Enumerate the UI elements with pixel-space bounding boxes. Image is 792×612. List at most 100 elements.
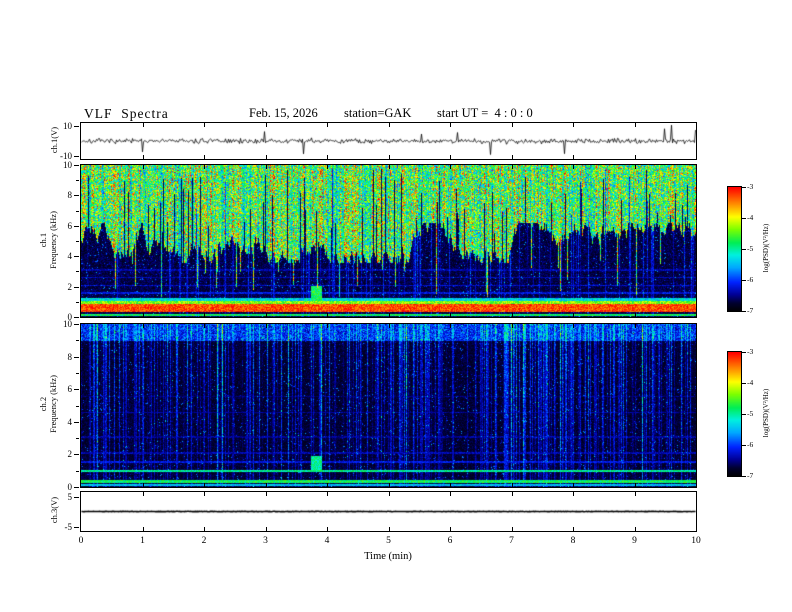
colorbar-tick-label: -6 bbox=[747, 440, 754, 449]
x-tick-mark bbox=[389, 123, 390, 127]
x-tick-mark bbox=[573, 324, 574, 328]
y-tick-label: 10 bbox=[63, 319, 72, 329]
y-tick-mark bbox=[74, 527, 79, 528]
x-tick-mark bbox=[266, 165, 267, 169]
x-tick-mark bbox=[389, 155, 390, 159]
x-tick-label: 0 bbox=[78, 536, 84, 546]
y-tick-mark bbox=[74, 324, 79, 325]
x-tick-mark bbox=[266, 123, 267, 127]
y-tick-label: 4 bbox=[67, 251, 73, 261]
y-tick-label: 10 bbox=[63, 160, 72, 170]
colorbar-ch1 bbox=[727, 186, 742, 312]
colorbar-tick-label: -5 bbox=[747, 409, 754, 418]
x-tick-mark bbox=[573, 123, 574, 127]
colorbar-ch2-gradient bbox=[728, 352, 741, 476]
start-ut-label: start UT = 4 : 0 : 0 bbox=[437, 106, 533, 120]
colorbar-tick-mark bbox=[742, 218, 746, 219]
y-tick-mark bbox=[74, 357, 79, 358]
x-tick-mark bbox=[327, 155, 328, 159]
x-tick-mark bbox=[204, 155, 205, 159]
x-tick-mark bbox=[327, 313, 328, 317]
y-tick-mark bbox=[74, 389, 79, 390]
x-tick-mark bbox=[204, 527, 205, 531]
y-tick-label: 2 bbox=[67, 449, 73, 459]
y-tick-mark bbox=[74, 317, 79, 318]
figure-title: VLF Spectra bbox=[84, 106, 169, 121]
ch3-waveform-plot bbox=[81, 492, 696, 531]
colorbar-tick-mark bbox=[742, 414, 746, 415]
x-tick-label: 3 bbox=[263, 536, 268, 546]
colorbar-tick-mark bbox=[742, 187, 746, 188]
station-label: station=GAK bbox=[344, 106, 412, 120]
y-tick-mark bbox=[74, 454, 79, 455]
x-tick-mark bbox=[266, 313, 267, 317]
x-tick-mark bbox=[573, 492, 574, 496]
colorbar-tick-label: -7 bbox=[747, 471, 754, 480]
y-tick-mark bbox=[74, 487, 79, 488]
x-tick-label: 7 bbox=[509, 536, 514, 546]
colorbar-tick-mark bbox=[742, 249, 746, 250]
x-tick-mark bbox=[327, 165, 328, 169]
x-tick-label: 2 bbox=[201, 536, 207, 546]
ch1-spectrogram bbox=[81, 165, 696, 317]
x-tick-mark bbox=[266, 527, 267, 531]
y-tick-mark bbox=[74, 422, 79, 423]
x-tick-mark bbox=[204, 123, 205, 127]
x-tick-mark bbox=[635, 313, 636, 317]
y-minor-tick-mark bbox=[76, 302, 79, 303]
y-tick-label: 4 bbox=[67, 417, 73, 427]
x-tick-mark bbox=[573, 527, 574, 531]
y-minor-tick-mark bbox=[76, 438, 79, 439]
colorbar-tick-label: -3 bbox=[747, 182, 754, 191]
y-tick-label: 0 bbox=[67, 482, 73, 492]
x-tick-mark bbox=[512, 483, 513, 487]
y-minor-tick-mark bbox=[76, 340, 79, 341]
x-tick-mark bbox=[512, 155, 513, 159]
y-tick-mark bbox=[74, 497, 79, 498]
colorbar-tick-mark bbox=[742, 445, 746, 446]
x-tick-mark bbox=[327, 123, 328, 127]
x-tick-label: 10 bbox=[691, 536, 701, 546]
y-tick-mark bbox=[74, 156, 79, 157]
x-tick-mark bbox=[573, 483, 574, 487]
x-tick-label: 5 bbox=[386, 536, 391, 546]
x-tick-mark bbox=[143, 123, 144, 127]
x-tick-mark bbox=[389, 313, 390, 317]
y-tick-mark bbox=[74, 195, 79, 196]
x-tick-mark bbox=[512, 123, 513, 127]
y-tick-label: 2 bbox=[67, 282, 73, 292]
x-tick-mark bbox=[204, 313, 205, 317]
ch2-spectrogram-panel bbox=[80, 323, 697, 488]
x-tick-mark bbox=[450, 313, 451, 317]
x-tick-mark bbox=[389, 492, 390, 496]
x-tick-mark bbox=[327, 492, 328, 496]
vlf-spectra-figure: VLF Spectra Feb. 15, 2026 station=GAK st… bbox=[0, 0, 792, 612]
x-tick-mark bbox=[450, 527, 451, 531]
x-tick-mark bbox=[143, 165, 144, 169]
x-tick-mark bbox=[266, 483, 267, 487]
colorbar-tick-label: -5 bbox=[747, 244, 754, 253]
y-minor-tick-mark bbox=[76, 241, 79, 242]
x-tick-label: 6 bbox=[447, 536, 453, 546]
y-minor-tick-mark bbox=[76, 406, 79, 407]
y-tick-label: 10 bbox=[63, 121, 72, 131]
x-tick-mark bbox=[389, 324, 390, 328]
colorbar-ch1-label: log(PSD)(V²/Hz) bbox=[762, 223, 770, 273]
x-tick-mark bbox=[266, 324, 267, 328]
colorbar-tick-label: -7 bbox=[747, 306, 754, 315]
colorbar-tick-label: -4 bbox=[747, 213, 754, 222]
x-tick-mark bbox=[204, 483, 205, 487]
x-tick-mark bbox=[266, 492, 267, 496]
x-tick-mark bbox=[450, 492, 451, 496]
x-tick-mark bbox=[389, 165, 390, 169]
colorbar-tick-mark bbox=[742, 280, 746, 281]
ch2-spectrogram bbox=[81, 324, 696, 487]
y-tick-label: 5 bbox=[67, 492, 73, 502]
colorbar-ch1-gradient bbox=[728, 187, 741, 311]
y-tick-mark bbox=[74, 165, 79, 166]
colorbar-tick-mark bbox=[742, 383, 746, 384]
y-tick-label: 6 bbox=[67, 221, 73, 231]
x-tick-mark bbox=[635, 155, 636, 159]
x-tick-mark bbox=[450, 123, 451, 127]
x-tick-mark bbox=[204, 324, 205, 328]
